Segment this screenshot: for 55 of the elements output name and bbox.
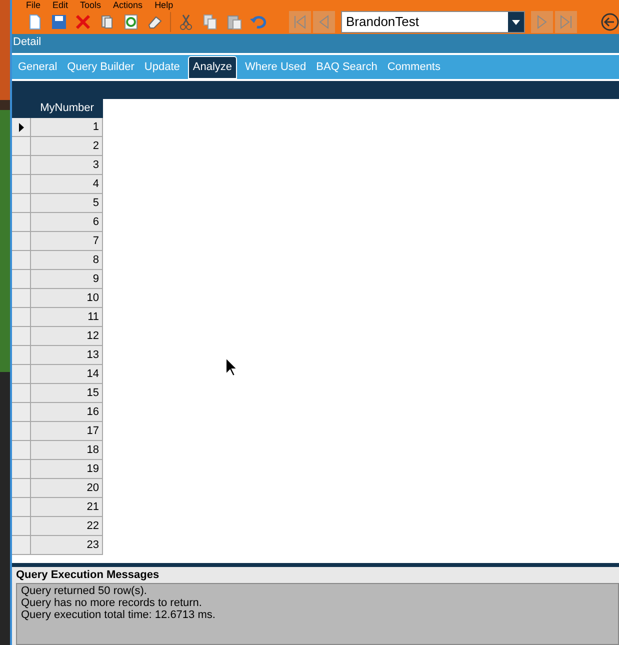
- table-cell: 7: [31, 232, 103, 251]
- messages-title: Query Execution Messages: [15, 568, 160, 583]
- table-cell: 6: [31, 213, 103, 232]
- detail-header: Detail: [12, 34, 619, 50]
- copy-icon[interactable]: [201, 13, 219, 31]
- table-cell: 2: [31, 137, 103, 156]
- menu-item[interactable]: Tools: [80, 0, 102, 10]
- menu-item[interactable]: Edit: [52, 0, 68, 10]
- table-cell: 15: [31, 384, 103, 403]
- last-icon: [560, 15, 572, 29]
- mouse-pointer-icon: [225, 357, 238, 377]
- scissors-icon[interactable]: [177, 13, 195, 31]
- table-cell: 20: [31, 479, 103, 498]
- table-cell: 23: [31, 536, 103, 555]
- table-cell: 10: [31, 289, 103, 308]
- table-cell: 22: [31, 517, 103, 536]
- table-cell: 5: [31, 194, 103, 213]
- previous-icon: [319, 15, 329, 29]
- message-line: Query execution total time: 12.6713 ms.: [21, 609, 216, 621]
- menu-item[interactable]: File: [26, 0, 41, 10]
- table-cell: 3: [31, 156, 103, 175]
- menu-item[interactable]: Help: [154, 0, 174, 10]
- message-line: Query has no more records to return.: [21, 597, 202, 609]
- next-icon: [537, 15, 547, 29]
- delete-icon[interactable]: [74, 13, 92, 31]
- table-cell: 17: [31, 422, 103, 441]
- previous-record-button[interactable]: [313, 11, 335, 33]
- save-icon[interactable]: [50, 13, 68, 31]
- table-cell: 21: [31, 498, 103, 517]
- next-record-button[interactable]: [531, 11, 553, 33]
- table-cell: 9: [31, 270, 103, 289]
- table-cell: 4: [31, 175, 103, 194]
- table-cell: 13: [31, 346, 103, 365]
- table-cell: 16: [31, 403, 103, 422]
- message-line: Query returned 50 row(s).: [21, 585, 147, 597]
- undo-icon[interactable]: [249, 13, 267, 31]
- current-row-arrow-icon: [18, 122, 24, 132]
- back-circle-icon[interactable]: [601, 13, 619, 31]
- first-record-button[interactable]: [289, 11, 311, 33]
- first-icon: [294, 15, 306, 29]
- last-record-button[interactable]: [555, 11, 577, 33]
- table-cell: 8: [31, 251, 103, 270]
- paste-icon[interactable]: [225, 13, 243, 31]
- table-cell: 14: [31, 365, 103, 384]
- record-selector[interactable]: BrandonTest: [341, 11, 525, 33]
- refresh-icon[interactable]: [122, 13, 140, 31]
- table-cell: 11: [31, 308, 103, 327]
- table-cell: 1: [31, 118, 103, 137]
- row-selector[interactable]: [12, 118, 31, 137]
- table-cell: 18: [31, 441, 103, 460]
- menu-item[interactable]: Actions: [113, 0, 143, 10]
- table-cell: 12: [31, 327, 103, 346]
- dropdown-caret-icon: [512, 20, 520, 24]
- table-cell: 19: [31, 460, 103, 479]
- tab[interactable]: Analyze: [188, 56, 238, 79]
